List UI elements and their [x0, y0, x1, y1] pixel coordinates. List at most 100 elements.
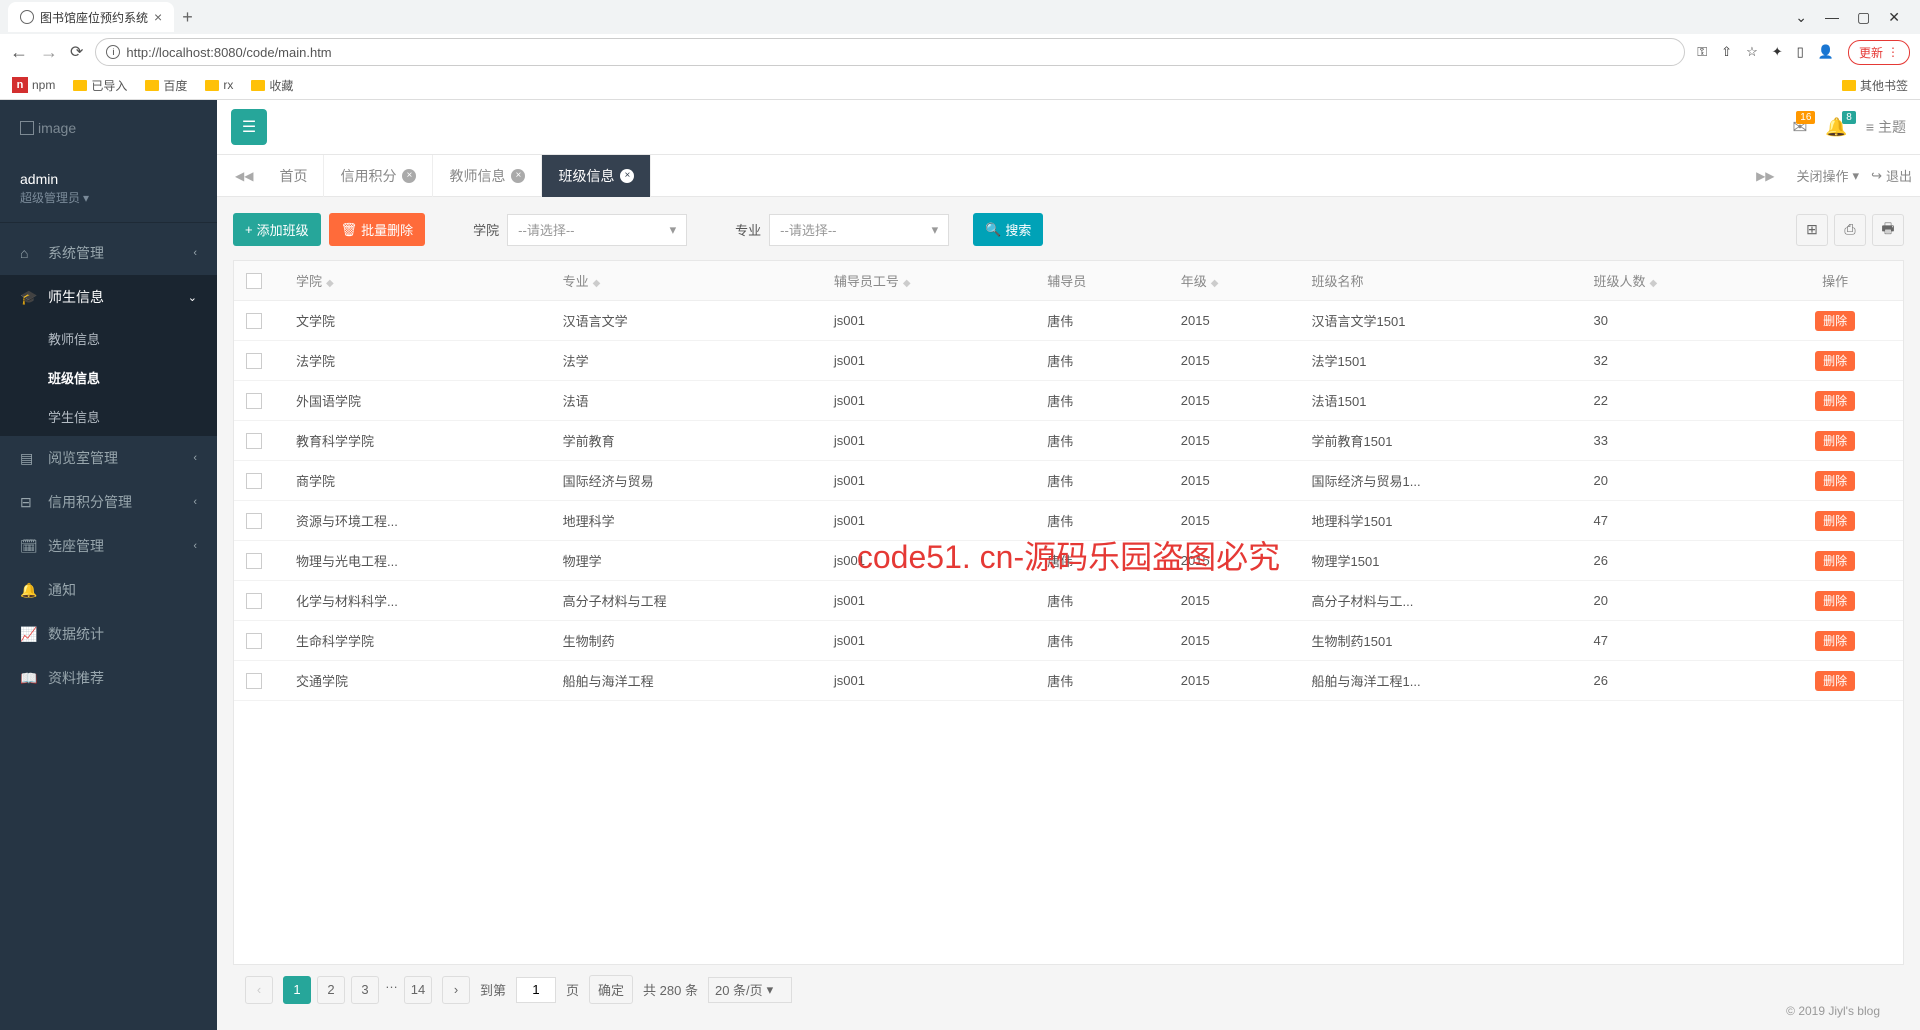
maximize-icon[interactable]: ▢	[1857, 9, 1870, 26]
major-select[interactable]: --请选择--▾	[769, 214, 949, 246]
delete-button[interactable]: 删除	[1815, 471, 1855, 491]
forward-icon[interactable]: →	[40, 42, 58, 63]
close-icon[interactable]: ✕	[1888, 9, 1900, 26]
delete-button[interactable]: 删除	[1815, 311, 1855, 331]
reload-icon[interactable]: ⟳	[70, 42, 83, 62]
row-checkbox[interactable]	[246, 353, 262, 369]
extension-icon[interactable]: ✦	[1772, 44, 1783, 60]
key-icon[interactable]: ⚿	[1697, 44, 1707, 60]
sidebar-item-6[interactable]: 📈数据统计	[0, 612, 217, 656]
content-tab[interactable]: 教师信息×	[433, 155, 542, 197]
goto-confirm[interactable]: 确定	[589, 975, 633, 1004]
row-checkbox[interactable]	[246, 633, 262, 649]
college-select[interactable]: --请选择--▾	[507, 214, 687, 246]
share-icon[interactable]: ⇧	[1721, 44, 1732, 60]
page-number[interactable]: 1	[283, 976, 311, 1004]
per-page-select[interactable]: 20 条/页 ▾	[708, 977, 792, 1003]
tab-scroll-right[interactable]: ▶▶	[1746, 169, 1784, 183]
add-class-button[interactable]: +添加班级	[233, 213, 321, 246]
back-icon[interactable]: ←	[10, 42, 28, 63]
column-header[interactable]: 学院◆	[284, 261, 551, 301]
goto-input[interactable]	[516, 977, 556, 1003]
other-bookmarks[interactable]: 其他书签	[1842, 77, 1908, 94]
close-ops-button[interactable]: 关闭操作▾	[1797, 166, 1860, 185]
column-header[interactable]: 专业◆	[551, 261, 822, 301]
column-header[interactable]: 年级◆	[1169, 261, 1300, 301]
mail-icon[interactable]: ✉16	[1792, 117, 1807, 138]
chevron-down-icon[interactable]: ⌄	[1795, 9, 1807, 26]
row-checkbox[interactable]	[246, 593, 262, 609]
sidebar-item-3[interactable]: ⊟信用积分管理‹	[0, 480, 217, 524]
column-header[interactable]: 辅导员	[1035, 261, 1169, 301]
page-prev[interactable]: ‹	[245, 976, 273, 1004]
column-header[interactable]: 辅导员工号◆	[822, 261, 1035, 301]
theme-button[interactable]: ≡主题	[1866, 117, 1906, 137]
exit-button[interactable]: ↪退出	[1871, 166, 1912, 185]
delete-button[interactable]: 删除	[1815, 631, 1855, 651]
row-checkbox[interactable]	[246, 393, 262, 409]
bookmark-baidu[interactable]: 百度	[145, 77, 187, 94]
delete-button[interactable]: 删除	[1815, 351, 1855, 371]
sidebar-item-7[interactable]: 📖资料推荐	[0, 656, 217, 700]
panel-icon[interactable]: ▯	[1797, 44, 1804, 60]
delete-button[interactable]: 删除	[1815, 431, 1855, 451]
row-checkbox[interactable]	[246, 473, 262, 489]
page-number[interactable]: 2	[317, 976, 345, 1004]
print-icon[interactable]: 🖶	[1872, 214, 1904, 246]
folder-icon	[251, 80, 265, 91]
content-tab[interactable]: 班级信息×	[542, 155, 651, 197]
close-icon[interactable]: ×	[154, 9, 162, 25]
columns-icon[interactable]: ⊞	[1796, 214, 1828, 246]
export-icon[interactable]: ⎙	[1834, 214, 1866, 246]
row-checkbox[interactable]	[246, 433, 262, 449]
row-checkbox[interactable]	[246, 553, 262, 569]
bookmark-import[interactable]: 已导入	[73, 77, 127, 94]
column-header[interactable]: 班级人数◆	[1581, 261, 1767, 301]
browser-tab[interactable]: 图书馆座位预约系统 ×	[8, 2, 174, 32]
batch-delete-button[interactable]: 🗑批量删除	[329, 213, 426, 246]
profile-icon[interactable]: 👤	[1818, 44, 1834, 60]
hamburger-button[interactable]: ☰	[231, 109, 267, 145]
folder-icon	[1842, 80, 1856, 91]
content-tab[interactable]: 首页	[263, 155, 324, 197]
page-number[interactable]: 14	[404, 976, 432, 1004]
tab-scroll-left[interactable]: ◀◀	[225, 169, 263, 183]
delete-button[interactable]: 删除	[1815, 391, 1855, 411]
bookmark-fav[interactable]: 收藏	[251, 77, 293, 94]
content-tab[interactable]: 信用积分×	[324, 155, 433, 197]
url-input[interactable]: i http://localhost:8080/code/main.htm	[95, 38, 1685, 66]
row-checkbox[interactable]	[246, 313, 262, 329]
bookmark-npm[interactable]: nnpm	[12, 77, 55, 93]
close-icon[interactable]: ×	[402, 169, 416, 183]
sidebar-item-0[interactable]: ⌂系统管理‹	[0, 231, 217, 275]
close-icon[interactable]: ×	[511, 169, 525, 183]
page-next[interactable]: ›	[442, 976, 470, 1004]
column-header[interactable]: 班级名称	[1300, 261, 1582, 301]
delete-button[interactable]: 删除	[1815, 591, 1855, 611]
sidebar-sub-item[interactable]: 教师信息	[0, 319, 217, 358]
close-icon[interactable]: ×	[620, 169, 634, 183]
bell-icon[interactable]: 🔔8	[1825, 117, 1847, 138]
sidebar-item-5[interactable]: 🔔通知	[0, 568, 217, 612]
sidebar-item-1[interactable]: 🎓师生信息⌄	[0, 275, 217, 319]
delete-button[interactable]: 删除	[1815, 671, 1855, 691]
delete-button[interactable]: 删除	[1815, 551, 1855, 571]
sidebar-item-4[interactable]: 🗓选座管理‹	[0, 524, 217, 568]
minimize-icon[interactable]: —	[1825, 9, 1839, 26]
row-checkbox[interactable]	[246, 513, 262, 529]
row-checkbox[interactable]	[246, 673, 262, 689]
sidebar-sub-item[interactable]: 班级信息	[0, 358, 217, 397]
update-button[interactable]: 更新 ⋮	[1848, 40, 1910, 65]
sidebar-sub-item[interactable]: 学生信息	[0, 397, 217, 436]
sidebar-item-2[interactable]: ▤阅览室管理‹	[0, 436, 217, 480]
page-number[interactable]: 3	[351, 976, 379, 1004]
user-role[interactable]: 超级管理员▾	[20, 189, 197, 206]
column-header[interactable]: 操作	[1767, 261, 1903, 301]
menu-label: 信用积分管理	[48, 492, 132, 512]
new-tab-button[interactable]: +	[182, 7, 193, 28]
star-icon[interactable]: ☆	[1746, 44, 1758, 60]
delete-button[interactable]: 删除	[1815, 511, 1855, 531]
bookmark-rx[interactable]: rx	[205, 78, 233, 92]
search-button[interactable]: 🔍搜索	[973, 213, 1043, 246]
select-all-checkbox[interactable]	[246, 273, 262, 289]
